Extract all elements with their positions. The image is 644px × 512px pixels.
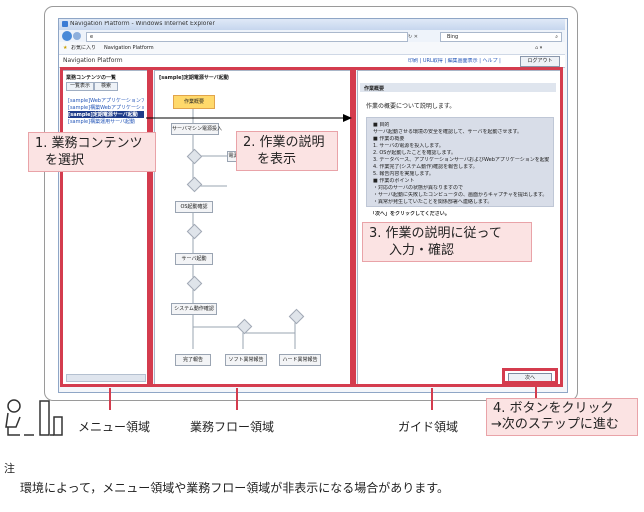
callout-1: 1. 業務コンテンツ を選択	[28, 132, 156, 172]
callout-1-line2: を選択	[45, 153, 85, 168]
menu-region-label: メニュー領域	[78, 420, 151, 434]
callout-3: 3. 作業の説明に従って 入力・確認	[362, 222, 532, 262]
callout-3-line2: 入力・確認	[389, 243, 455, 258]
callout-4: 4. ボタンをクリック →次のステップに進む	[486, 398, 638, 436]
callout-2: 2. 作業の説明 を表示	[236, 131, 338, 171]
callout-1-line1: 1. 業務コンテンツ	[35, 136, 143, 151]
callout-4-line2: →次のステップに進む	[491, 417, 619, 432]
callout-2-line2: を表示	[257, 152, 297, 167]
callout-3-line1: 3. 作業の説明に従って	[369, 226, 502, 241]
flow-region-label: 業務フロー領域	[190, 420, 275, 434]
callout-2-line1: 2. 作業の説明	[243, 135, 325, 150]
note-text: 環境によって，メニュー領域や業務フロー領域が非表示になる場合があります。	[20, 481, 450, 495]
user-at-computer-icon	[5, 399, 63, 436]
note-label: 注	[4, 462, 15, 475]
guide-region-label: ガイド領域	[398, 420, 459, 434]
